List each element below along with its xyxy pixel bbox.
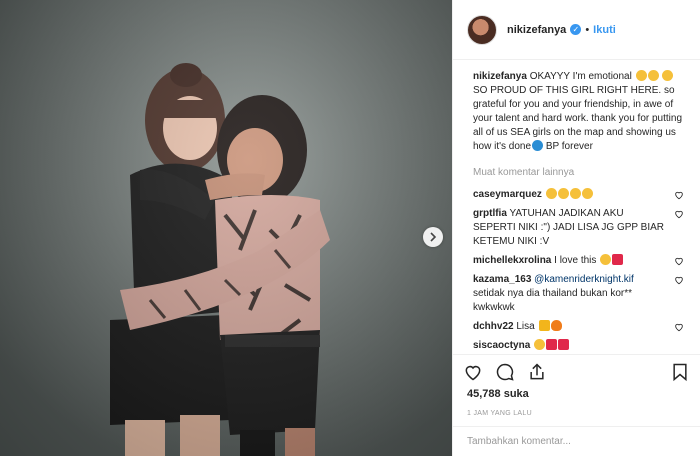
crying-face-emoji-icon	[662, 70, 674, 81]
comment-item: kazama_163 @kamenriderknight.kif setidak…	[473, 273, 684, 315]
bookmark-icon[interactable]	[670, 362, 690, 382]
avatar[interactable]	[467, 14, 497, 45]
comment-input[interactable]	[467, 436, 686, 447]
chevron-right-icon	[430, 232, 437, 242]
instagram-post: nikizefanya ✓ • Ikuti nikizefanya OKAYYY…	[0, 0, 700, 456]
comment-username[interactable]: caseymarquez	[473, 189, 542, 200]
caption-username[interactable]: nikizefanya	[473, 71, 527, 82]
comment-username[interactable]: siscaoctyna	[473, 340, 530, 351]
fire-emoji-icon	[550, 320, 562, 331]
crying-face-emoji-icon	[635, 70, 647, 81]
load-more-comments[interactable]: Muat komentar lainnya	[473, 166, 684, 180]
caption-text-3: BP forever	[545, 141, 593, 152]
photo-shade	[0, 0, 452, 456]
caption: nikizefanya OKAYYY I'm emotional SO PROU…	[473, 70, 684, 154]
crying-face-emoji-icon	[534, 339, 546, 350]
comment-username[interactable]: kazama_163	[473, 274, 531, 285]
comment-username[interactable]: grptlfia	[473, 208, 507, 219]
comment-text: Lisa	[516, 321, 535, 332]
add-comment-bar	[453, 426, 700, 456]
comment-username[interactable]: dchhv22	[473, 321, 514, 332]
heart-icon[interactable]	[463, 362, 483, 382]
crying-face-emoji-icon	[600, 254, 612, 265]
share-icon[interactable]	[527, 362, 547, 382]
comment-item: grptlfia YATUHAN JADIKAN AKU SEPERTI NIK…	[473, 207, 684, 249]
red-heart-emoji-icon	[558, 339, 570, 350]
caption-text: OKAYYY I'm emotional	[529, 71, 632, 82]
comment-text: I love this	[554, 255, 597, 266]
comment-item: siscaoctyna	[473, 339, 684, 353]
grinning-emoji-icon	[569, 188, 581, 199]
comment-like-heart-icon[interactable]	[674, 190, 684, 200]
likes-count[interactable]: 45,788 suka	[453, 388, 700, 404]
comments-list[interactable]: nikizefanya OKAYYY I'm emotional SO PROU…	[453, 60, 700, 354]
comment-icon[interactable]	[495, 362, 515, 382]
crying-face-emoji-icon	[647, 70, 659, 81]
separator: •	[585, 23, 590, 36]
comment-item: caseymarquez	[473, 188, 684, 202]
comment-like-heart-icon[interactable]	[674, 209, 684, 219]
comment-item: dchhv22 Lisa	[473, 320, 684, 334]
grinning-emoji-icon	[557, 188, 569, 199]
comment-like-heart-icon[interactable]	[674, 256, 684, 266]
comment-like-heart-icon[interactable]	[674, 275, 684, 285]
post-actions	[453, 354, 700, 388]
grinning-emoji-icon	[581, 188, 593, 199]
comment-username[interactable]: michellekxrolina	[473, 255, 551, 266]
comment-text: setidak nya dia thailand bukan kor** kwk…	[473, 288, 632, 313]
post-header: nikizefanya ✓ • Ikuti	[453, 0, 700, 60]
next-photo-button[interactable]	[423, 227, 443, 247]
post-photo[interactable]	[0, 0, 452, 456]
follow-button[interactable]: Ikuti	[593, 24, 616, 36]
crown-emoji-icon	[538, 320, 550, 331]
verified-badge-icon: ✓	[570, 24, 582, 35]
header-username[interactable]: nikizefanya	[507, 24, 566, 36]
grinning-emoji-icon	[545, 188, 557, 199]
post-sidebar: nikizefanya ✓ • Ikuti nikizefanya OKAYYY…	[452, 0, 700, 456]
broken-heart-emoji-icon	[612, 254, 624, 265]
post-timestamp: 1 JAM YANG LALU	[467, 410, 532, 417]
comment-mention[interactable]: @kamenriderknight.kif	[534, 274, 634, 285]
comment-item: michellekxrolina I love this	[473, 254, 684, 268]
comment-like-heart-icon[interactable]	[674, 322, 684, 332]
globe-emoji-icon	[532, 140, 544, 151]
red-heart-emoji-icon	[546, 339, 558, 350]
